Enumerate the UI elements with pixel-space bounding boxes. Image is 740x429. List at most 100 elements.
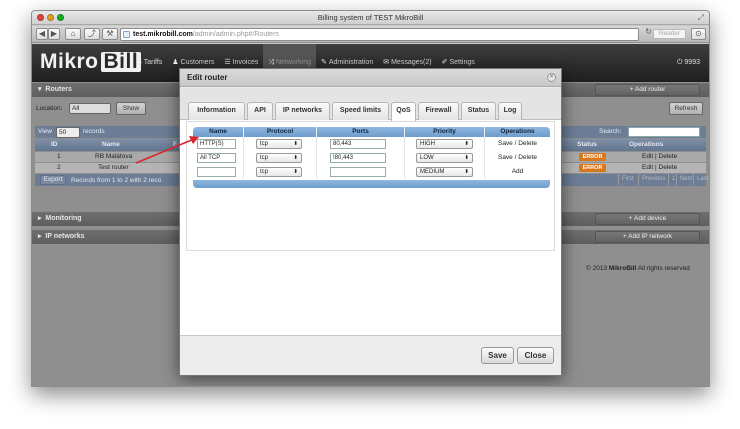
qos-col-operations: Operations (485, 127, 550, 137)
qos-table-footer (193, 180, 550, 188)
nav-tariffs[interactable]: ♠ Tariffs (133, 44, 167, 82)
select-arrows-icon: ⬍ (464, 141, 469, 147)
location-label: Location: (36, 105, 63, 112)
qos-save-delete-link[interactable]: Save / Delete (485, 151, 550, 165)
fullscreen-icon[interactable]: ⤢ (698, 13, 704, 23)
tab-speed-limits[interactable]: Speed limits (332, 102, 389, 120)
location-select[interactable]: All (69, 103, 111, 114)
row-name: Test router (98, 164, 129, 171)
close-icon[interactable]: × (547, 73, 556, 82)
row-name: RB Malátova (95, 153, 133, 160)
home-button[interactable]: ⌂ (65, 28, 81, 40)
nav-label: Settings (449, 59, 475, 66)
qos-new-name-input[interactable] (197, 167, 236, 177)
nav-label: Networking (275, 59, 311, 66)
browser-window: Billing system of TEST MikroBill ⤢ ◀ ▶ ⌂… (31, 10, 710, 387)
qos-col-priority: Priority (405, 127, 485, 137)
reload-icon[interactable]: ↻ (645, 27, 652, 36)
downloads-button[interactable]: ⊙ (691, 28, 706, 40)
refresh-button[interactable]: Refresh (669, 102, 703, 115)
qos-save-delete-link[interactable]: Save / Delete (485, 137, 550, 151)
title-bar: Billing system of TEST MikroBill ⤢ (32, 11, 709, 25)
view-value: 50 (59, 129, 67, 136)
invoices-icon: ☰ (224, 59, 231, 66)
tab-ip-networks[interactable]: IP networks (275, 102, 330, 120)
reader-button[interactable]: Reader (653, 29, 686, 39)
add-device-button[interactable]: + Add device (595, 213, 700, 225)
qos-col-protocol: Protocol (244, 127, 317, 137)
search-input[interactable] (628, 127, 700, 137)
copyright: © 2013 MikroBill All rights reserved (586, 265, 690, 272)
qos-protocol-value: tcp (260, 141, 269, 147)
qos-protocol-select[interactable]: tcp ⬍ (256, 139, 302, 149)
qos-protocol-value: tcp (260, 155, 269, 161)
tab-firewall[interactable]: Firewall (418, 102, 459, 120)
select-arrows-icon: ⬍ (293, 169, 298, 175)
tools-button[interactable]: ⚒ (102, 28, 118, 40)
edit-router-dialog: Edit router × Information API IP network… (179, 68, 562, 376)
qos-add-link[interactable]: Add (485, 165, 550, 179)
tariffs-icon: ♠ (138, 59, 142, 66)
mikrobill-logo[interactable]: Mikro Bill (40, 50, 142, 74)
add-router-button[interactable]: + Add router (595, 84, 700, 96)
close-button[interactable]: Close (517, 347, 554, 364)
select-arrows-icon: ⬍ (293, 141, 298, 147)
select-arrows-icon: ⬍ (293, 155, 298, 161)
messages-icon: ✉ (383, 59, 390, 66)
site-icon (123, 31, 130, 38)
col-operations[interactable]: Operations (629, 141, 663, 148)
add-ip-network-button[interactable]: + Add IP network (595, 231, 700, 243)
save-button[interactable]: Save (481, 347, 514, 364)
window-title: Billing system of TEST MikroBill (317, 13, 424, 22)
forward-button[interactable]: ▶ (48, 28, 60, 40)
col-status[interactable]: Status (577, 141, 597, 148)
nav-label: Invoices (232, 59, 259, 66)
qos-priority-value: MEDIUM (420, 169, 445, 175)
search-label: Search: (599, 128, 622, 135)
session-timer[interactable]: ⏻ 9993 (677, 44, 700, 82)
col-id[interactable]: ID (51, 141, 58, 148)
qos-name-input[interactable]: HTTP(S) (197, 139, 236, 149)
share-button[interactable]: ⤴ (84, 28, 100, 40)
qos-priority-select[interactable]: LOW ⬍ (416, 153, 473, 163)
copyright-brand: MikroBill (608, 265, 637, 272)
pager-first[interactable]: First (618, 174, 637, 185)
tab-bar: Information API IP networks Speed limits… (180, 88, 561, 121)
qos-protocol-select[interactable]: tcp ⬍ (256, 167, 302, 177)
qos-priority-value: LOW (420, 155, 434, 161)
show-button[interactable]: Show (116, 102, 146, 115)
location-value: All (72, 105, 80, 112)
qos-protocol-select[interactable]: tcp ⬍ (256, 153, 302, 163)
export-button[interactable]: Export (40, 175, 66, 185)
ip-networks-title: IP networks (45, 233, 85, 240)
tab-api[interactable]: API (247, 102, 273, 120)
routers-title: Routers (45, 86, 72, 93)
qos-row: HTTP(S) tcp ⬍ 80,443 HIGH ⬍ Save / Delete (193, 137, 550, 151)
qos-row: All TCP tcp ⬍ !80,443 LOW ⬍ Save / Delete (193, 151, 550, 165)
pager-last[interactable]: Last (693, 174, 709, 185)
qos-new-ports-input[interactable] (330, 167, 386, 177)
qos-priority-select[interactable]: MEDIUM ⬍ (416, 167, 473, 177)
dialog-title-bar[interactable]: Edit router × (180, 69, 561, 87)
view-count-select[interactable]: 50 (56, 127, 80, 138)
tab-status[interactable]: Status (461, 102, 496, 120)
back-button[interactable]: ◀ (36, 28, 48, 40)
qos-col-name: Name (193, 127, 244, 137)
pager-previous[interactable]: Previous (638, 174, 668, 185)
col-name[interactable]: Name (102, 141, 120, 148)
col-f[interactable]: F (173, 141, 177, 148)
tab-information[interactable]: Information (188, 102, 245, 120)
tab-qos[interactable]: QoS (391, 102, 416, 121)
copyright-prefix: © 2013 (586, 265, 609, 272)
qos-name-input[interactable]: All TCP (197, 153, 236, 163)
row-operations[interactable]: Edit | Delete (642, 153, 677, 160)
tab-log[interactable]: Log (498, 102, 522, 120)
qos-ports-input[interactable]: 80,443 (330, 139, 386, 149)
qos-panel: Name Protocol Ports Priority Operations … (186, 121, 555, 251)
qos-ports-input[interactable]: !80,443 (330, 153, 386, 163)
qos-priority-select[interactable]: HIGH ⬍ (416, 139, 473, 149)
logo-text: Mikro (40, 50, 99, 73)
select-arrows-icon: ⬍ (464, 169, 469, 175)
address-bar[interactable]: test.mikrobill.com/admin/admin.php#/Rout… (120, 28, 639, 41)
row-operations[interactable]: Edit | Delete (642, 164, 677, 171)
